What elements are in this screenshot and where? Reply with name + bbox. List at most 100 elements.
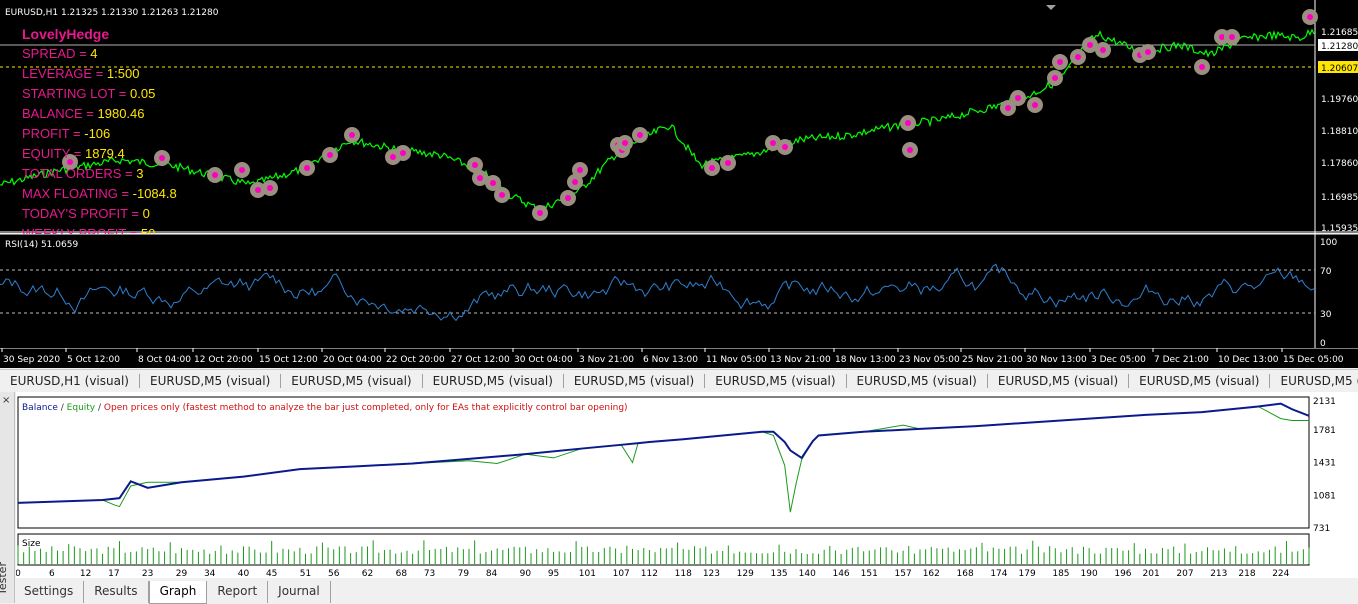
rsi-header: RSI(14) 51.0659 [5, 240, 78, 250]
balance-y-label: 2131 [1313, 397, 1336, 407]
chart-tab[interactable]: EURUSD,M5 (visual) [1129, 374, 1271, 388]
trade-arrow-icon [572, 179, 578, 185]
trade-x-label: 179 [1019, 569, 1036, 578]
ea-stat-line: MAX FLOATING = -1084.8 [22, 186, 177, 201]
tester-tab-settings[interactable]: Settings [14, 581, 85, 603]
ea-stat-value: 1:500 [106, 66, 140, 81]
trade-x-label: 185 [1052, 569, 1069, 578]
price-chart-header: EURUSD,H1 1.21325 1.21330 1.21263 1.2128… [5, 8, 219, 18]
trade-x-label: 140 [799, 569, 816, 578]
legend-balance: Balance [22, 403, 58, 413]
trade-x-label: 90 [520, 569, 532, 578]
date-label: 7 Dec 21:00 [1154, 355, 1209, 365]
trade-arrow-icon [1100, 47, 1106, 53]
date-label: 30 Oct 04:00 [514, 355, 573, 365]
rsi-chart-svg: RSI(14) 51.0659 100 70 30 0 [0, 233, 1358, 349]
chart-tab[interactable]: EURUSD,M5 (visual) [1270, 374, 1358, 388]
price-polyline [0, 28, 1315, 214]
trade-arrow-icon [1307, 14, 1313, 20]
ea-stat-key: TOTAL ORDERS = [22, 166, 137, 181]
date-label: 20 Oct 04:00 [323, 355, 382, 365]
chart-tab[interactable]: EURUSD,M5 (visual) [847, 374, 988, 388]
close-icon[interactable]: × [2, 395, 10, 406]
price-level-label: 1.18810 [1321, 127, 1358, 137]
rsi-indicator-panel[interactable]: RSI(14) 51.0659 100 70 30 0 [0, 233, 1358, 349]
trade-x-label: 107 [613, 569, 630, 578]
tester-tab-graph[interactable]: Graph [148, 581, 208, 604]
ea-stat-value: 4 [90, 46, 98, 61]
trade-arrow-icon [499, 192, 505, 198]
ea-stat-value: -106 [84, 126, 111, 141]
date-label: 23 Nov 05:00 [899, 355, 960, 365]
date-label: 11 Nov 05:00 [706, 355, 767, 365]
ea-stat-line: BALANCE = 1980.46 [22, 106, 145, 121]
price-level-label: 1.21685 [1321, 28, 1358, 38]
date-axis: 30 Sep 2020 5 Oct 12:00 8 Oct 04:00 12 Oct … [0, 347, 1358, 368]
date-label: 22 Oct 20:00 [386, 355, 445, 365]
trade-x-label: 45 [266, 569, 277, 578]
date-label: 30 Nov 13:00 [1026, 355, 1087, 365]
trade-arrow-icon [477, 175, 483, 181]
ea-stat-key: TODAY'S PROFIT = [22, 206, 143, 221]
scroll-marker-icon [1046, 5, 1056, 10]
balance-y-axis: 2131 1781 1431 1081 731 [1313, 397, 1336, 534]
trade-markers [62, 9, 1318, 221]
trade-arrow-icon [709, 165, 715, 171]
trade-x-label: 29 [176, 569, 188, 578]
trade-x-label: 135 [770, 569, 787, 578]
tester-graph: 2131 1781 1431 1081 731 0 6 12 17 23 29 34 40 45 51 56… [15, 392, 1358, 579]
date-label: 13 Nov 21:00 [770, 355, 831, 365]
date-label: 3 Nov 21:00 [579, 355, 634, 365]
legend-sep-1: / [58, 403, 67, 413]
ea-stat-line: SPREAD = 4 [22, 46, 98, 61]
trade-arrow-icon [577, 167, 583, 173]
ea-stat-value: 3 [136, 166, 144, 181]
trade-x-label: 40 [238, 569, 250, 578]
ea-stat-key: STARTING LOT = [22, 86, 130, 101]
chart-tab[interactable]: EURUSD,M5 (visual) [423, 374, 564, 388]
ea-stat-value: 1980.46 [97, 106, 145, 121]
chart-tab[interactable]: EURUSD,H1 (visual) [0, 374, 140, 388]
ea-stat-value: -1084.8 [132, 186, 177, 201]
chart-tab[interactable]: EURUSD,M5 (visual) [705, 374, 847, 388]
trade-x-label: 95 [548, 569, 559, 578]
tester-tabs: Settings Results Graph Report Journal [14, 581, 331, 604]
date-label: 8 Oct 04:00 [138, 355, 191, 365]
chart-tab[interactable]: EURUSD,M5 (visual) [564, 374, 706, 388]
chart-tab[interactable]: EURUSD,M5 (visual) [140, 374, 282, 388]
date-label: 6 Nov 13:00 [643, 355, 698, 365]
balance-y-label: 1781 [1313, 426, 1336, 436]
trade-arrow-icon [1057, 59, 1063, 65]
trade-arrow-icon [1032, 102, 1038, 108]
date-label: 12 Oct 20:00 [194, 355, 253, 365]
trade-x-label: 17 [108, 569, 119, 578]
trade-arrow-icon [304, 165, 310, 171]
trade-arrow-icon [537, 210, 543, 216]
trade-x-label: 12 [80, 569, 91, 578]
ea-stat-key: SPREAD = [22, 46, 91, 61]
trade-x-label: 73 [424, 569, 435, 578]
ea-stat-line: EQUITY = 1879.4 [22, 146, 125, 161]
trade-x-label: 101 [579, 569, 596, 578]
trade-x-label: 51 [300, 569, 311, 578]
trade-x-label: 174 [990, 569, 1007, 578]
price-chart-panel[interactable]: 1.21685 1.19760 1.18810 1.17860 1.16985 1.159… [0, 0, 1358, 241]
trade-arrow-icon [390, 154, 396, 160]
ea-stat-value: 0.05 [130, 86, 156, 101]
trade-arrow-icon [239, 167, 245, 173]
trade-arrow-icon [782, 144, 788, 150]
rsi-level-label-70: 70 [1320, 267, 1332, 277]
tester-sidebar: × Tester [0, 392, 15, 603]
ea-stat-key: MAX FLOATING = [22, 186, 133, 201]
tester-tab-results[interactable]: Results [84, 581, 149, 603]
ea-stat-key: PROFIT = [22, 126, 85, 141]
tester-tab-report[interactable]: Report [207, 581, 269, 603]
chart-tab[interactable]: EURUSD,M5 (visual) [988, 374, 1130, 388]
ea-stat-line: LEVERAGE = 1:500 [22, 66, 139, 81]
tester-tab-journal[interactable]: Journal [268, 581, 331, 603]
trade-arrow-icon [907, 147, 913, 153]
balance-y-label: 731 [1313, 524, 1330, 534]
trade-arrow-icon [212, 172, 218, 178]
trade-x-label: 213 [1210, 569, 1227, 578]
chart-tab[interactable]: EURUSD,M5 (visual) [281, 374, 423, 388]
